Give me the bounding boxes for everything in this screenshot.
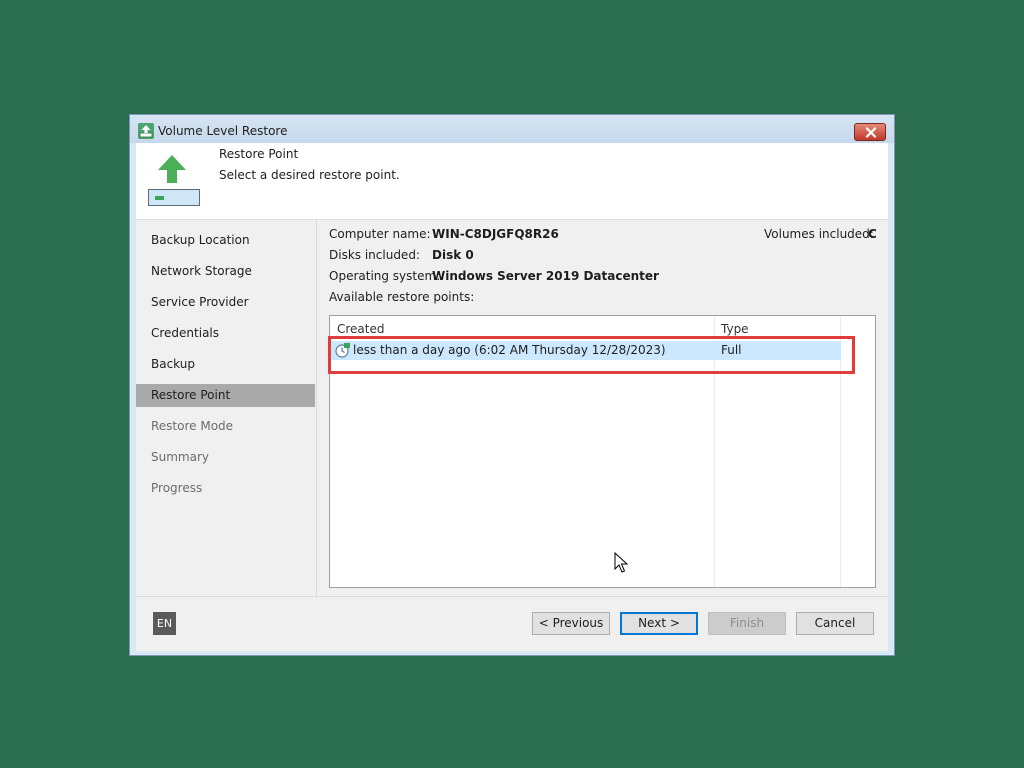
close-button[interactable] xyxy=(854,123,886,141)
title-bar[interactable]: Volume Level Restore xyxy=(130,115,894,143)
restore-point-type: Full xyxy=(721,343,742,357)
column-header-type[interactable]: Type xyxy=(721,322,749,336)
language-indicator[interactable]: EN xyxy=(153,612,176,635)
restore-points-list[interactable]: Created Type less than a day ago (6:02 A… xyxy=(329,315,876,588)
wizard-steps-nav: Backup Location Network Storage Service … xyxy=(136,220,316,596)
nav-item-credentials[interactable]: Credentials xyxy=(136,322,315,345)
volumes-included-value: C xyxy=(868,227,877,241)
computer-name-label: Computer name: xyxy=(329,227,431,241)
nav-item-service-provider[interactable]: Service Provider xyxy=(136,291,315,314)
nav-item-network-storage[interactable]: Network Storage xyxy=(136,260,315,283)
window-title: Volume Level Restore xyxy=(158,124,288,138)
volume-level-restore-window: Volume Level Restore Restore Point Selec… xyxy=(129,114,895,656)
close-icon xyxy=(865,127,877,138)
operating-system-label: Operating system: xyxy=(329,269,441,283)
step-description: Select a desired restore point. xyxy=(219,168,400,182)
restore-point-panel: Computer name: WIN-C8DJGFQ8R26 Volumes i… xyxy=(317,220,888,596)
operating-system-value: Windows Server 2019 Datacenter xyxy=(432,269,659,283)
disks-included-label: Disks included: xyxy=(329,248,420,262)
next-button[interactable]: Next > xyxy=(620,612,698,635)
cancel-button[interactable]: Cancel xyxy=(796,612,874,635)
nav-item-summary: Summary xyxy=(151,450,209,464)
disks-included-value: Disk 0 xyxy=(432,248,474,262)
previous-button[interactable]: < Previous xyxy=(532,612,610,635)
nav-item-backup-location[interactable]: Backup Location xyxy=(136,229,315,252)
nav-item-restore-mode: Restore Mode xyxy=(151,419,234,433)
nav-item-restore-point[interactable]: Restore Point xyxy=(136,384,315,407)
available-restore-points-label: Available restore points: xyxy=(329,290,475,304)
restore-point-created: less than a day ago (6:02 AM Thursday 12… xyxy=(353,343,666,357)
step-title: Restore Point xyxy=(219,147,299,161)
upload-arrow-icon xyxy=(158,155,186,183)
table-row[interactable]: less than a day ago (6:02 AM Thursday 12… xyxy=(331,341,841,360)
finish-button: Finish xyxy=(708,612,786,635)
wizard-footer: EN < Previous Next > Finish Cancel xyxy=(136,597,888,651)
disk-icon xyxy=(148,189,200,206)
computer-name-value: WIN-C8DJGFQ8R26 xyxy=(432,227,559,241)
volumes-included-label: Volumes included: xyxy=(764,227,874,241)
wizard-client-area: Restore Point Select a desired restore p… xyxy=(136,143,888,651)
wizard-header: Restore Point Select a desired restore p… xyxy=(136,143,888,219)
restore-point-clock-icon xyxy=(335,343,350,358)
nav-item-progress: Progress xyxy=(151,481,203,495)
mouse-cursor-icon xyxy=(614,552,628,573)
column-header-created[interactable]: Created xyxy=(337,322,385,336)
nav-item-backup[interactable]: Backup xyxy=(136,353,315,376)
restore-app-icon xyxy=(138,123,154,139)
